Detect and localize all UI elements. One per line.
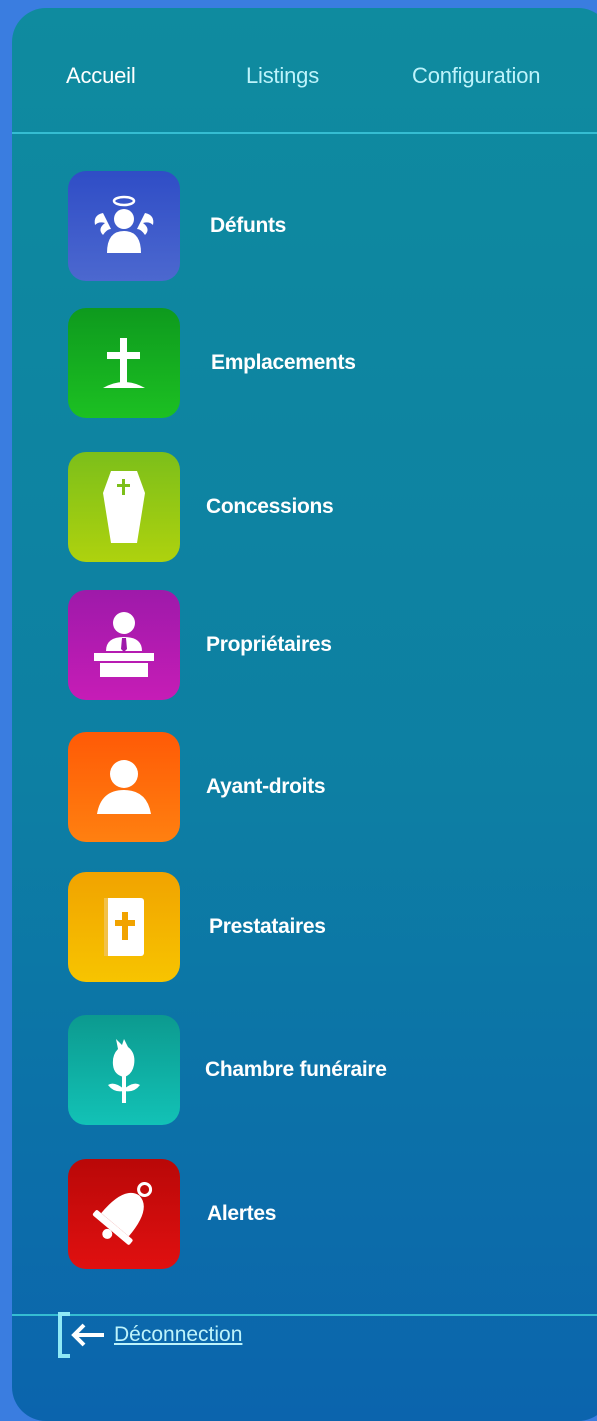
logout-icon <box>54 1310 108 1365</box>
bell-icon <box>68 1159 180 1269</box>
menu-label-chambre-funeraire: Chambre funéraire <box>205 1058 387 1081</box>
angel-icon <box>68 171 180 281</box>
menu-label-defunts: Défunts <box>210 214 287 237</box>
menu-item-proprietaires[interactable]: Propriétaires <box>68 590 568 700</box>
menu-item-chambre-funeraire[interactable]: Chambre funéraire <box>68 1015 568 1125</box>
person-at-podium-icon <box>68 590 180 700</box>
person-icon <box>68 732 180 842</box>
menu-item-prestataires[interactable]: Prestataires <box>68 872 568 982</box>
menu-item-alertes[interactable]: Alertes <box>68 1159 568 1269</box>
top-navigation: Accueil Listings Configuration <box>12 8 597 136</box>
tab-listings[interactable]: Listings <box>246 63 319 89</box>
bible-icon <box>68 872 180 982</box>
coffin-icon <box>68 452 180 562</box>
menu-item-concessions[interactable]: Concessions <box>68 452 568 562</box>
menu-item-defunts[interactable]: Défunts <box>68 171 568 281</box>
menu-label-ayant-droits: Ayant-droits <box>206 775 326 798</box>
menu-label-concessions: Concessions <box>206 495 334 518</box>
menu-label-alertes: Alertes <box>207 1202 277 1225</box>
logout-label[interactable]: Déconnection <box>114 1323 242 1347</box>
tab-accueil[interactable]: Accueil <box>66 63 136 89</box>
grave-cross-icon <box>68 308 180 418</box>
top-divider <box>12 132 597 134</box>
menu-label-prestataires: Prestataires <box>209 915 326 938</box>
tab-configuration[interactable]: Configuration <box>412 63 540 89</box>
menu-item-ayant-droits[interactable]: Ayant-droits <box>68 732 568 842</box>
flower-icon <box>68 1015 180 1125</box>
menu-item-emplacements[interactable]: Emplacements <box>68 308 568 418</box>
menu-label-proprietaires: Propriétaires <box>206 633 332 656</box>
menu-label-emplacements: Emplacements <box>211 351 356 374</box>
main-panel: Accueil Listings Configuration Défunts E <box>12 8 597 1421</box>
